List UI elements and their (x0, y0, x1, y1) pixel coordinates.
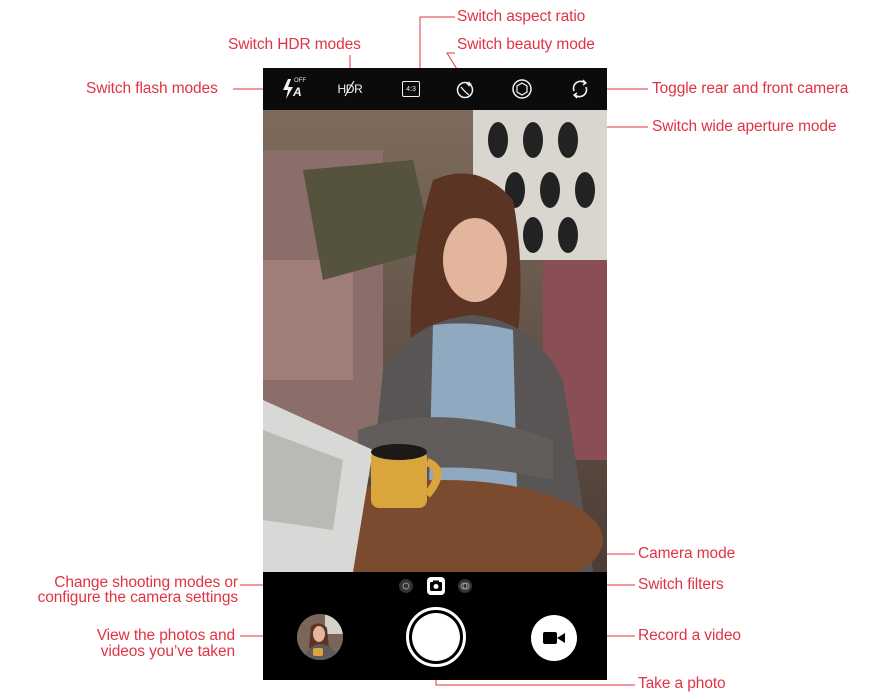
gallery-thumbnail-image (297, 614, 343, 660)
video-camera-icon (543, 632, 565, 644)
viewfinder[interactable] (263, 110, 607, 572)
label-aspect-ratio: Switch aspect ratio (457, 8, 586, 25)
camera-modes-row (263, 572, 607, 600)
shooting-modes-icon[interactable] (399, 579, 413, 593)
beauty-glyph (456, 81, 474, 99)
leader-aspect (419, 16, 455, 74)
shutter-icon (412, 613, 460, 661)
label-beauty: Switch beauty mode (457, 36, 595, 53)
viewfinder-photo (263, 110, 607, 572)
switch-camera-icon[interactable] (567, 76, 593, 102)
aspect-ratio-icon[interactable]: 4:3 (398, 76, 424, 102)
aperture-glyph (512, 79, 532, 99)
hdr-slash (344, 80, 355, 97)
label-hdr: Switch HDR modes (228, 36, 361, 53)
camera-top-bar: OFF A HDR 4:3 (263, 68, 607, 110)
label-shooting-modes: Change shooting modes or configure the c… (37, 574, 239, 606)
manual-illustration: Switch aspect ratio Switch HDR modes Swi… (0, 0, 871, 692)
gallery-thumbnail[interactable] (297, 614, 343, 660)
label-filters: Switch filters (638, 576, 724, 593)
label-gallery-line1: View the photos and (96, 627, 235, 644)
aspect-frame: 4:3 (402, 81, 420, 97)
camera-bottom-bar (263, 600, 607, 680)
label-take-photo: Take a photo (638, 675, 726, 692)
label-record-video: Record a video (638, 627, 741, 644)
label-toggle-camera: Toggle rear and front camera (652, 80, 849, 97)
aspect-text: 4:3 (406, 85, 416, 93)
label-gallery: View the photos and videos you’ve taken (97, 628, 235, 660)
flash-auto-icon[interactable]: OFF A (279, 76, 306, 102)
flash-off-text: OFF (294, 78, 306, 84)
switch-camera-glyph (572, 79, 588, 99)
record-video-button[interactable] (531, 615, 577, 661)
shutter-button[interactable] (406, 607, 466, 667)
label-aperture: Switch wide aperture mode (652, 118, 837, 135)
shooting-modes-glyph (402, 582, 410, 590)
aperture-icon[interactable] (509, 76, 535, 102)
filter-icon[interactable] (458, 579, 472, 593)
filter-glyph (460, 582, 470, 590)
label-gallery-line2: videos you’ve taken (100, 643, 235, 660)
hdr-off-icon[interactable]: HDR (335, 76, 365, 102)
camera-mode-icon[interactable] (427, 577, 445, 595)
label-shooting-line1: Change shooting modes or (54, 574, 238, 591)
beauty-mode-icon[interactable] (452, 76, 478, 102)
camera-screen: OFF A HDR 4:3 (263, 68, 607, 680)
label-shooting-line2: configure the camera settings (37, 589, 239, 606)
label-camera-mode: Camera mode (638, 545, 736, 562)
label-flash: Switch flash modes (86, 80, 218, 97)
flash-auto-text: A (293, 85, 302, 99)
camera-mode-glyph (430, 580, 442, 591)
